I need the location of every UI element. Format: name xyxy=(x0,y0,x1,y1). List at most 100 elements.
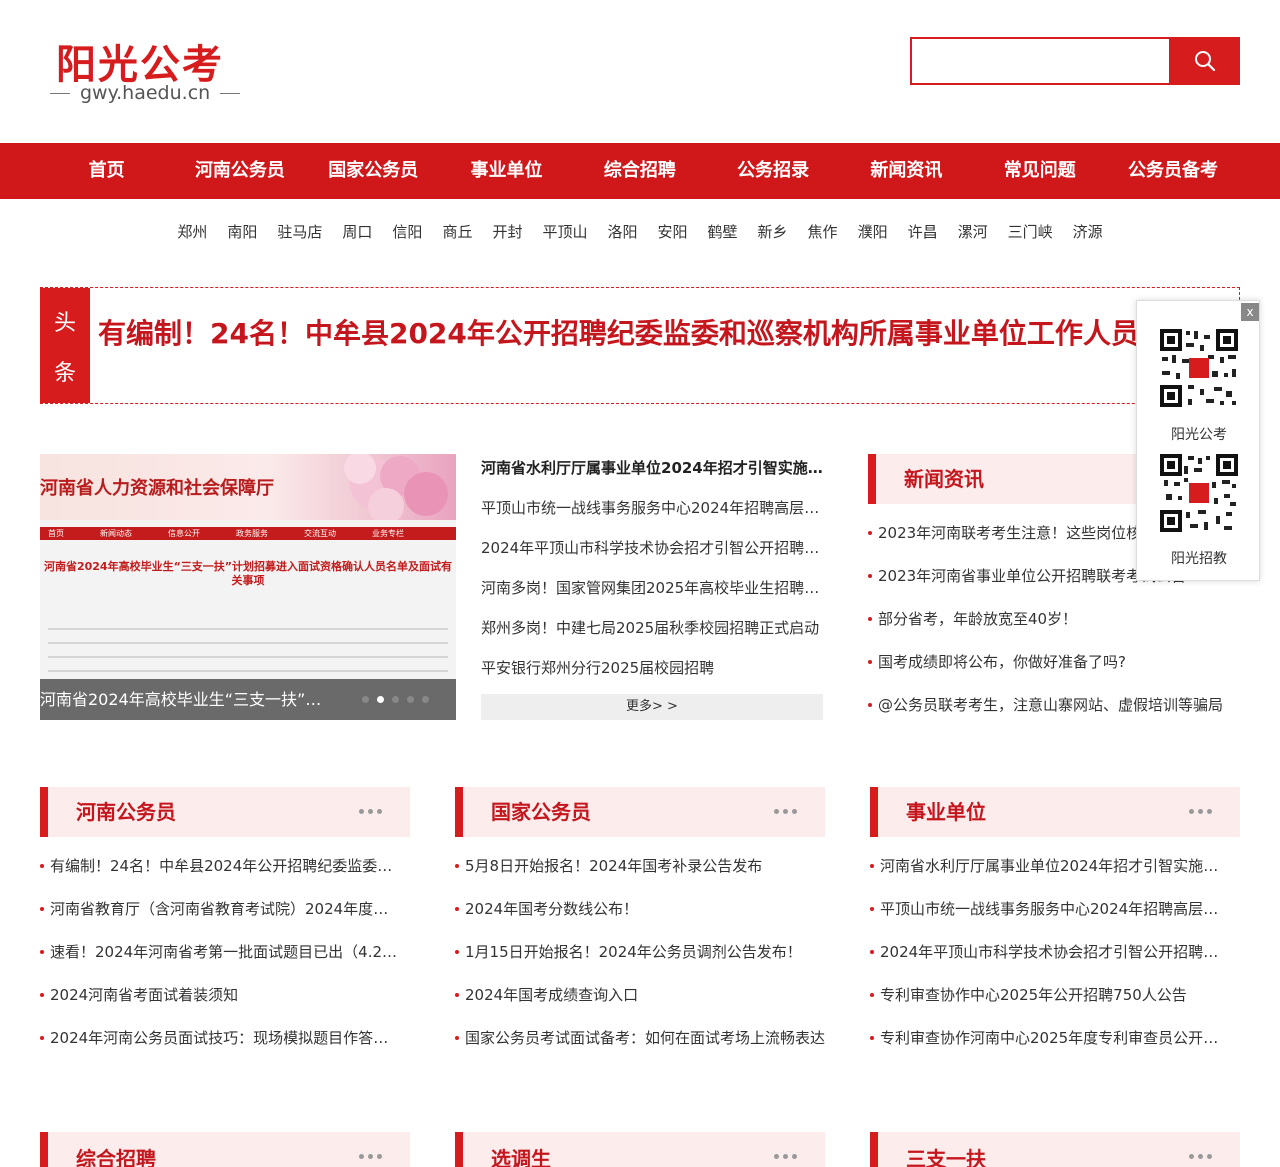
headline-tag-char: 条 xyxy=(53,360,76,386)
header: 阳光公考 gwy.haedu.cn xyxy=(0,0,1280,143)
city-link[interactable]: 安阳 xyxy=(658,214,688,250)
list-item[interactable]: 2024年国考成绩查询入口 xyxy=(455,980,825,1023)
more-dots-icon[interactable] xyxy=(359,809,382,814)
city-link[interactable]: 平顶山 xyxy=(542,214,587,250)
more-dots-icon[interactable] xyxy=(1189,809,1212,814)
nav-public-service-recruitment[interactable]: 公务招录 xyxy=(706,143,839,199)
section-title[interactable]: 河南公务员 xyxy=(76,787,176,837)
list-item[interactable]: 国考成绩即将公布，你做好准备了吗? xyxy=(868,647,1240,690)
section-title[interactable]: 选调生 xyxy=(491,1134,551,1167)
list-item[interactable]: 速看！2024年河南省考第一批面试题目已出（4.26上午） xyxy=(40,937,400,980)
image-slider[interactable]: 河南省人力资源和社会保障厅 首页 新闻动态 信息公开 政务服务 交流互动 业务专… xyxy=(40,454,456,720)
city-link[interactable]: 许昌 xyxy=(908,214,938,250)
close-button[interactable]: x xyxy=(1241,303,1259,321)
henan-civil-servant-list: 有编制！24名！中牟县2024年公开招聘纪委监委和巡察机构所属事业单位工作人员 … xyxy=(40,851,400,1066)
slide-nav-item: 交流互动 xyxy=(304,529,336,538)
list-item[interactable]: 专利审查协作中心2025年公开招聘750人公告 xyxy=(870,980,1230,1023)
nav-national-civil-servant[interactable]: 国家公务员 xyxy=(307,143,440,199)
list-item[interactable]: 国家公务员考试面试备考：如何在面试考场上流畅表达 xyxy=(455,1023,825,1066)
top-news-item[interactable]: 河南多岗！国家管网集团2025年高校毕业生招聘公告 xyxy=(481,574,823,614)
more-button[interactable]: 更多> > xyxy=(481,694,823,720)
section-title[interactable]: 事业单位 xyxy=(906,787,986,837)
national-civil-servant-header: 国家公务员 xyxy=(455,787,825,837)
city-link[interactable]: 周口 xyxy=(342,214,372,250)
section-title[interactable]: 三支一扶 xyxy=(906,1134,986,1167)
headline-tag-char: 头 xyxy=(53,310,76,336)
selected-graduates-header: 选调生 xyxy=(455,1132,825,1167)
search-button[interactable] xyxy=(1169,37,1240,85)
city-link[interactable]: 济源 xyxy=(1073,214,1103,250)
city-link[interactable]: 商丘 xyxy=(442,214,472,250)
top-news-item[interactable]: 郑州多岗！中建七局2025届秋季校园招聘正式启动 xyxy=(481,614,823,654)
headline-tag: 头 条 xyxy=(40,288,90,403)
qr-code-icon xyxy=(1158,452,1240,534)
city-link[interactable]: 焦作 xyxy=(808,214,838,250)
list-item[interactable]: 1月15日开始报名！2024年公务员调剂公告发布！ xyxy=(455,937,825,980)
search-input[interactable] xyxy=(910,37,1170,85)
city-link[interactable]: 洛阳 xyxy=(607,214,637,250)
list-item[interactable]: 5月8日开始报名！2024年国考补录公告发布 xyxy=(455,851,825,894)
section-title[interactable]: 新闻资讯 xyxy=(904,454,984,504)
nav-general-recruitment[interactable]: 综合招聘 xyxy=(573,143,706,199)
more-dots-icon[interactable] xyxy=(1189,1154,1212,1159)
more-dots-icon[interactable] xyxy=(774,1154,797,1159)
headline-link[interactable]: 有编制！24名！中牟县2024年公开招聘纪委监委和巡察机构所属事业单位工作人员 xyxy=(98,312,1139,352)
public-institution-header: 事业单位 xyxy=(870,787,1240,837)
search-bar xyxy=(910,37,1240,85)
qr-code-float: x 阳光公考 阳光招教 xyxy=(1136,300,1260,581)
nav-faq[interactable]: 常见问题 xyxy=(973,143,1106,199)
list-item[interactable]: 有编制！24名！中牟县2024年公开招聘纪委监委和巡察机构所属事业单位工作人员 xyxy=(40,851,400,894)
top-news-list: 河南省水利厅厅属事业单位2024年招才引智实施方案 平顶山市统一战线事务服务中心… xyxy=(481,454,823,694)
city-link[interactable]: 信阳 xyxy=(392,214,422,250)
list-item[interactable]: 2024年平顶山市科学技术协会招才引智公开招聘事业单位工作人员 xyxy=(870,937,1230,980)
slide-caption[interactable]: 河南省2024年高校毕业生“三支一扶”… xyxy=(40,679,456,720)
city-links: 郑州 南阳 驻马店 周口 信阳 商丘 开封 平顶山 洛阳 安阳 鹤壁 新乡 焦作… xyxy=(0,214,1280,250)
search-icon xyxy=(1194,51,1215,72)
site-logo[interactable]: 阳光公考 gwy.haedu.cn xyxy=(40,32,260,112)
list-item[interactable]: 专利审查协作河南中心2025年度专利审查员公开招聘公告 xyxy=(870,1023,1230,1066)
city-link[interactable]: 三门峡 xyxy=(1008,214,1053,250)
list-item[interactable]: 2024年河南公务员面试技巧：现场模拟题目作答时间把控 xyxy=(40,1023,400,1066)
city-link[interactable]: 鹤壁 xyxy=(708,214,738,250)
section-title[interactable]: 国家公务员 xyxy=(491,787,591,837)
slide-nav-item: 业务专栏 xyxy=(372,529,404,538)
nav-home[interactable]: 首页 xyxy=(40,143,173,199)
slide-nav-item: 新闻动态 xyxy=(100,529,132,538)
city-link[interactable]: 新乡 xyxy=(758,214,788,250)
nav-news[interactable]: 新闻资讯 xyxy=(840,143,973,199)
slide-dot[interactable] xyxy=(392,696,399,703)
slide-dot[interactable] xyxy=(407,696,414,703)
slide-dot[interactable] xyxy=(362,696,369,703)
list-item[interactable]: @公务员联考考生，注意山寨网站、虚假培训等骗局 xyxy=(868,690,1240,733)
city-link[interactable]: 郑州 xyxy=(177,214,207,250)
slide-dot-active[interactable] xyxy=(377,696,384,703)
top-news-item[interactable]: 2024年平顶山市科学技术协会招才引智公开招聘事业单位工作人员 xyxy=(481,534,823,574)
nav-public-institution[interactable]: 事业单位 xyxy=(440,143,573,199)
qr-label: 阳光招教 xyxy=(1171,551,1227,567)
city-link[interactable]: 驻马店 xyxy=(277,214,322,250)
list-item[interactable]: 河南省教育厅（含河南省教育考试院）2024年度统一考试录用公务员面试公告 xyxy=(40,894,400,937)
list-item[interactable]: 河南省水利厅厅属事业单位2024年招才引智实施方案 xyxy=(870,851,1230,894)
top-news-item[interactable]: 平安银行郑州分行2025届校园招聘 xyxy=(481,654,823,694)
top-news-item[interactable]: 河南省水利厅厅属事业单位2024年招才引智实施方案 xyxy=(481,454,823,494)
general-recruitment-header: 综合招聘 xyxy=(40,1132,410,1167)
list-item[interactable]: 平顶山市统一战线事务服务中心2024年招聘高层次人才公告 xyxy=(870,894,1230,937)
slide-nav-item: 首页 xyxy=(48,529,64,538)
city-link[interactable]: 开封 xyxy=(492,214,522,250)
slide-doc-title: 河南省2024年高校毕业生“三支一扶”计划招募进入面试资格确认人员名单及面试有关… xyxy=(43,560,453,587)
slide-nav-item: 政务服务 xyxy=(236,529,268,538)
list-item[interactable]: 2024河南省考面试着装须知 xyxy=(40,980,400,1023)
city-link[interactable]: 濮阳 xyxy=(858,214,888,250)
city-link[interactable]: 南阳 xyxy=(227,214,257,250)
nav-henan-civil-servant[interactable]: 河南公务员 xyxy=(173,143,306,199)
section-title[interactable]: 综合招聘 xyxy=(76,1134,156,1167)
more-dots-icon[interactable] xyxy=(359,1154,382,1159)
list-item[interactable]: 部分省考，年龄放宽至40岁！ xyxy=(868,604,1240,647)
top-news-item[interactable]: 平顶山市统一战线事务服务中心2024年招聘高层次人才公告 xyxy=(481,494,823,534)
city-link[interactable]: 漯河 xyxy=(958,214,988,250)
slide-dot[interactable] xyxy=(422,696,429,703)
more-dots-icon[interactable] xyxy=(774,809,797,814)
three-supports-header: 三支一扶 xyxy=(870,1132,1240,1167)
nav-exam-prep[interactable]: 公务员备考 xyxy=(1106,143,1239,199)
list-item[interactable]: 2024年国考分数线公布！ xyxy=(455,894,825,937)
